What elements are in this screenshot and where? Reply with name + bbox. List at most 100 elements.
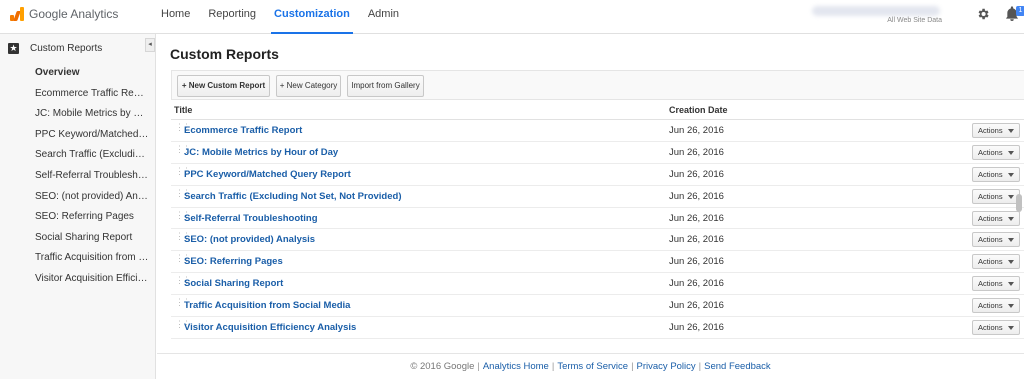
footer-link-feedback[interactable]: Send Feedback	[704, 361, 771, 372]
nav-reporting[interactable]: Reporting	[199, 0, 265, 34]
actions-dropdown[interactable]: Actions	[972, 276, 1020, 292]
drag-handle-icon[interactable]: ⋮⋮	[175, 210, 191, 219]
drag-handle-icon[interactable]: ⋮⋮	[175, 188, 191, 197]
actions-label: Actions	[978, 213, 1003, 223]
sidebar-item[interactable]: JC: Mobile Metrics by Ho...	[0, 104, 155, 125]
actions-dropdown[interactable]: Actions	[972, 232, 1020, 248]
sidebar-item[interactable]: Visitor Acquisition Efficie...	[0, 269, 155, 290]
creation-date: Jun 26, 2016	[669, 168, 724, 180]
report-title-link[interactable]: JC: Mobile Metrics by Hour of Day	[184, 147, 338, 158]
app-name: Google Analytics	[29, 7, 119, 21]
sidebar-item[interactable]: Traffic Acquisition from S...	[0, 248, 155, 269]
analytics-logo-icon	[10, 7, 24, 21]
copyright-text: © 2016 Google	[410, 361, 475, 372]
table-row: ⋮⋮ Self-Referral Troubleshooting Jun 26, 2…	[171, 208, 1024, 230]
account-name-blurred	[812, 6, 940, 16]
actions-label: Actions	[978, 257, 1003, 267]
table-row: ⋮⋮ JC: Mobile Metrics by Hour of Day Jun 2…	[171, 142, 1024, 164]
actions-dropdown[interactable]: Actions	[972, 320, 1020, 336]
main-nav: Home Reporting Customization Admin	[152, 0, 408, 35]
actions-dropdown[interactable]: Actions	[972, 123, 1020, 138]
report-title-link[interactable]: Traffic Acquisition from Social Media	[184, 300, 350, 311]
account-selector[interactable]: All Web Site Data	[812, 4, 952, 26]
sidebar-item[interactable]: Self-Referral Troubleshoo...	[0, 166, 155, 187]
caret-down-icon	[1008, 194, 1014, 199]
report-title-link[interactable]: SEO: Referring Pages	[184, 256, 283, 267]
actions-dropdown[interactable]: Actions	[972, 188, 1020, 204]
drag-handle-icon[interactable]: ⋮⋮	[175, 166, 191, 175]
actions-label: Actions	[978, 169, 1003, 179]
table-row: ⋮⋮ PPC Keyword/Matched Query Report Jun 26…	[171, 164, 1024, 186]
caret-down-icon	[1008, 260, 1014, 265]
report-title-link[interactable]: SEO: (not provided) Analysis	[184, 234, 315, 245]
table-row: ⋮⋮ Traffic Acquisition from Social Media J…	[171, 295, 1024, 318]
reports-table: ⋮⋮ Ecommerce Traffic Report Jun 26, 2016 Ac…	[171, 120, 1024, 339]
table-row: ⋮⋮ Search Traffic (Excluding Not Set, Not…	[171, 186, 1024, 208]
report-title-link[interactable]: Social Sharing Report	[184, 278, 283, 289]
sidebar-item[interactable]: SEO: Referring Pages	[0, 207, 155, 228]
footer-link-privacy[interactable]: Privacy Policy	[637, 361, 696, 372]
report-title-link[interactable]: Ecommerce Traffic Report	[184, 125, 302, 136]
caret-down-icon	[1008, 129, 1014, 133]
report-title-link[interactable]: Visitor Acquisition Efficiency Analysis	[184, 322, 356, 333]
drag-handle-icon[interactable]: ⋮⋮	[175, 144, 191, 153]
actions-dropdown[interactable]: Actions	[972, 254, 1020, 270]
actions-label: Actions	[978, 126, 1003, 135]
creation-date: Jun 26, 2016	[669, 190, 724, 202]
new-custom-report-button[interactable]: + New Custom Report	[177, 75, 270, 97]
sidebar-item[interactable]: Social Sharing Report	[0, 228, 155, 249]
table-row: ⋮⋮ SEO: (not provided) Analysis Jun 26, 20…	[171, 229, 1024, 252]
actions-dropdown[interactable]: Actions	[972, 144, 1020, 160]
sidebar: ★ Custom Reports ◂ Overview Ecommerce Tr…	[0, 34, 156, 379]
footer-link-analytics-home[interactable]: Analytics Home	[483, 361, 549, 372]
column-title-header[interactable]: Title	[174, 105, 192, 115]
drag-handle-icon[interactable]: ⋮⋮	[175, 123, 191, 132]
drag-handle-icon[interactable]: ⋮⋮	[175, 276, 191, 285]
drag-handle-icon[interactable]: ⋮⋮	[175, 320, 191, 329]
drag-handle-icon[interactable]: ⋮⋮	[175, 232, 191, 241]
account-view-label: All Web Site Data	[887, 17, 942, 24]
caret-down-icon	[1008, 326, 1014, 331]
creation-date: Jun 26, 2016	[669, 234, 724, 246]
drag-handle-icon[interactable]: ⋮⋮	[175, 298, 191, 307]
gear-icon[interactable]	[976, 7, 990, 21]
actions-dropdown[interactable]: Actions	[972, 298, 1020, 314]
sidebar-item[interactable]: SEO: (not provided) Anal...	[0, 187, 155, 208]
sidebar-item[interactable]: Ecommerce Traffic Report	[0, 84, 155, 105]
creation-date: Jun 26, 2016	[669, 300, 724, 312]
footer-link-terms[interactable]: Terms of Service	[557, 361, 628, 372]
app-logo[interactable]: Google Analytics	[10, 7, 118, 21]
actions-dropdown[interactable]: Actions	[972, 210, 1020, 226]
sidebar-header[interactable]: ★ Custom Reports	[0, 38, 156, 58]
drag-handle-icon[interactable]: ⋮⋮	[175, 254, 191, 263]
star-icon: ★	[8, 42, 19, 54]
caret-down-icon	[1008, 216, 1014, 221]
report-title-link[interactable]: PPC Keyword/Matched Query Report	[184, 169, 351, 180]
actions-dropdown[interactable]: Actions	[972, 166, 1020, 182]
footer: © 2016 Google | Analytics Home | Terms of Se…	[157, 353, 1024, 379]
creation-date: Jun 26, 2016	[669, 256, 724, 268]
nav-customization[interactable]: Customization	[265, 0, 359, 35]
page-title: Custom Reports	[170, 46, 279, 62]
table-row: ⋮⋮ Ecommerce Traffic Report Jun 26, 2016 Ac…	[171, 120, 1024, 142]
nav-home[interactable]: Home	[152, 0, 199, 34]
sidebar-item[interactable]: PPC Keyword/Matched Q...	[0, 125, 155, 146]
sidebar-item[interactable]: Search Traffic (Excluding...	[0, 145, 155, 166]
creation-date: Jun 26, 2016	[669, 322, 724, 334]
import-from-gallery-button[interactable]: Import from Gallery	[347, 75, 424, 97]
report-title-link[interactable]: Self-Referral Troubleshooting	[184, 213, 318, 224]
actions-label: Actions	[978, 147, 1003, 157]
bell-icon[interactable]: 1	[1005, 6, 1024, 22]
report-title-link[interactable]: Search Traffic (Excluding Not Set, Not P…	[184, 191, 401, 202]
scrollbar-thumb[interactable]	[1016, 194, 1022, 212]
collapse-sidebar-icon[interactable]: ◂	[145, 38, 155, 52]
creation-date: Jun 26, 2016	[669, 212, 724, 224]
table-row: ⋮⋮ SEO: Referring Pages Jun 26, 2016 Action…	[171, 251, 1024, 274]
sidebar-item-overview[interactable]: Overview	[0, 63, 155, 84]
caret-down-icon	[1008, 304, 1014, 309]
new-category-button[interactable]: + New Category	[276, 75, 341, 97]
top-bar: Google Analytics Home Reporting Customiz…	[0, 0, 1024, 35]
column-date-header[interactable]: Creation Date	[669, 105, 728, 115]
nav-admin[interactable]: Admin	[359, 0, 408, 34]
table-row: ⋮⋮ Visitor Acquisition Efficiency Analysi…	[171, 317, 1024, 339]
